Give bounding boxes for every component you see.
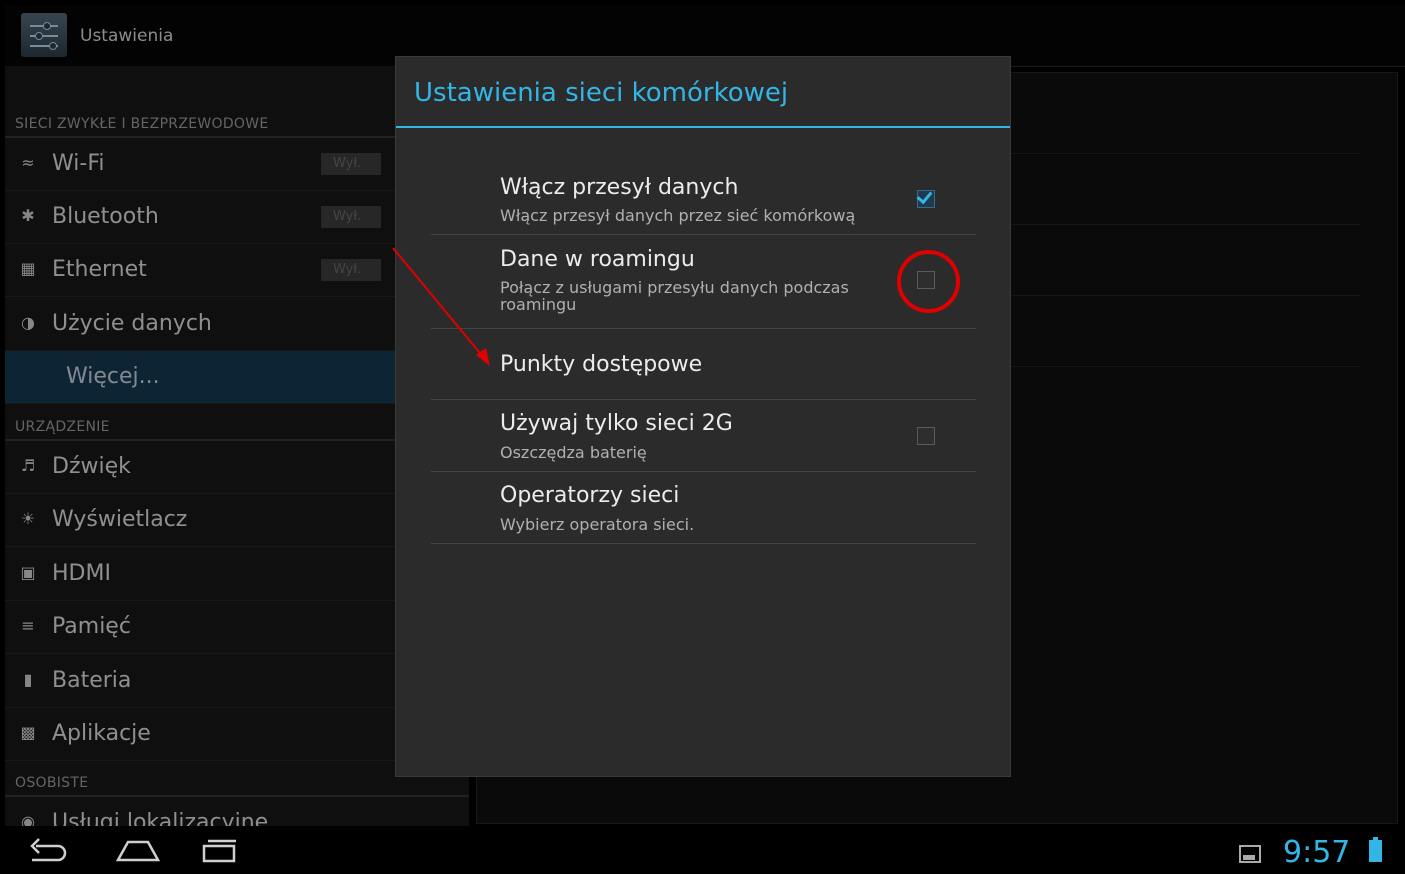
battery-status-icon[interactable] — [1369, 837, 1382, 862]
back-icon[interactable] — [28, 838, 70, 864]
clock[interactable]: 9:57 — [1283, 835, 1350, 870]
home-icon[interactable] — [115, 838, 161, 864]
recent-apps-icon[interactable] — [200, 838, 240, 864]
gallery-notification-icon[interactable] — [1239, 845, 1261, 863]
annotation-arrow — [392, 247, 490, 366]
